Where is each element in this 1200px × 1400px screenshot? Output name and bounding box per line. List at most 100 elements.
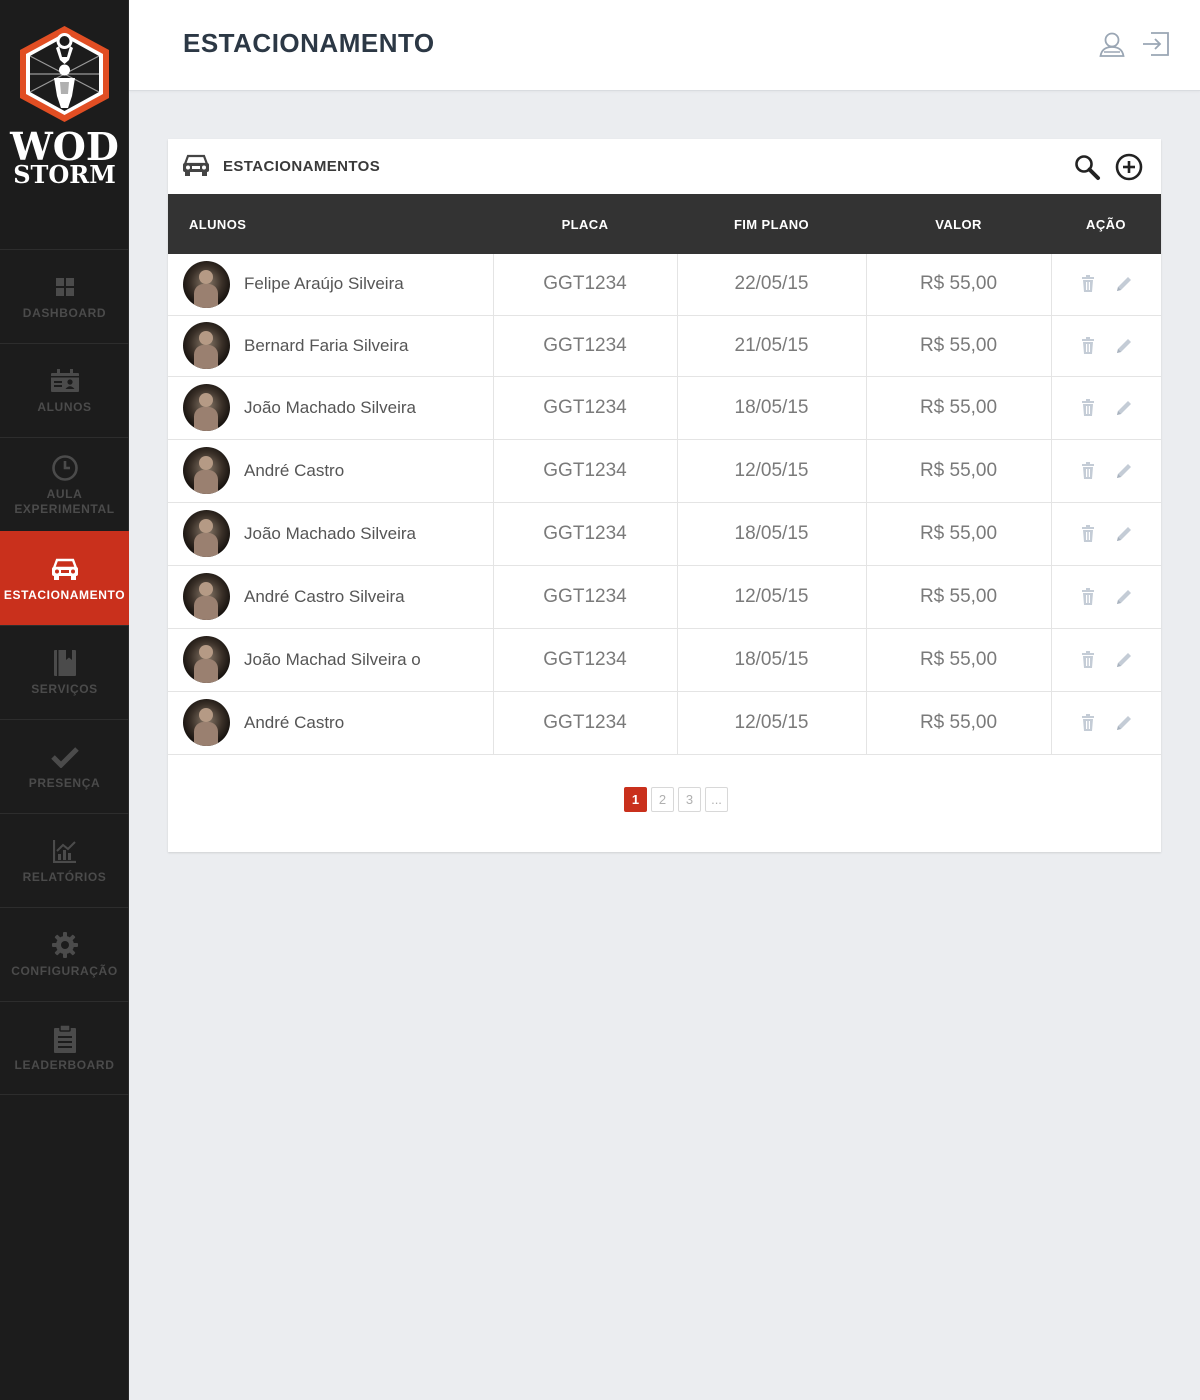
trash-icon[interactable] bbox=[1078, 461, 1098, 481]
sidebar-item-dashboard[interactable]: DASHBOARD bbox=[0, 249, 129, 343]
sidebar-item-label: AULA EXPERIMENTAL bbox=[14, 486, 115, 516]
cell-aluno: João Machad Silveira o bbox=[168, 628, 494, 692]
table-row[interactable]: André Castro Silveira GGT1234 12/05/15 R$ 5… bbox=[168, 565, 1162, 629]
page-button-3[interactable]: 3 bbox=[678, 787, 701, 812]
sidebar-item-leaderboard[interactable]: LEADERBOARD bbox=[0, 1001, 129, 1095]
cell-fim-plano: 18/05/15 bbox=[677, 628, 867, 692]
column-header-alunos[interactable]: ALUNOS bbox=[168, 194, 493, 254]
user-icon[interactable] bbox=[1098, 30, 1126, 58]
student-name: André Castro bbox=[244, 460, 345, 480]
trash-icon[interactable] bbox=[1078, 587, 1098, 607]
row-actions bbox=[1052, 650, 1162, 670]
trash-icon[interactable] bbox=[1078, 398, 1098, 418]
cell-acao bbox=[1051, 628, 1162, 692]
cell-acao bbox=[1051, 439, 1161, 503]
cell-fim-plano: 12/05/15 bbox=[677, 691, 867, 755]
student-name: João Machado Silveira bbox=[244, 397, 416, 417]
cell-valor: R$ 55,00 bbox=[866, 565, 1052, 629]
clipboard-icon bbox=[50, 1023, 80, 1054]
card-header: ESTACIONAMENTOS bbox=[168, 139, 1161, 194]
add-circle-icon[interactable] bbox=[1115, 153, 1143, 181]
logout-icon[interactable] bbox=[1142, 30, 1170, 58]
cell-aluno: João Machado Silveira bbox=[168, 502, 494, 566]
card-title: ESTACIONAMENTOS bbox=[223, 158, 381, 175]
sidebar: WOD STORM DASHBOARD ALUNOS AULA EXPERIME… bbox=[0, 0, 129, 1400]
cell-valor: R$ 55,00 bbox=[866, 376, 1052, 440]
avatar bbox=[183, 573, 230, 620]
student: André Castro bbox=[183, 699, 493, 746]
sidebar-nav: DASHBOARD ALUNOS AULA EXPERIMENTAL ESTAC… bbox=[0, 249, 129, 1095]
sidebar-item-servicos[interactable]: SERVIÇOS bbox=[0, 625, 129, 719]
column-header-fim-plano[interactable]: FIM PLANO bbox=[677, 194, 866, 254]
cell-placa: GGT1234 bbox=[493, 439, 678, 503]
table-row[interactable]: Felipe Araújo Silveira GGT1234 22/05/15 R$ … bbox=[168, 254, 1161, 316]
pencil-icon[interactable] bbox=[1114, 524, 1134, 544]
page-title: ESTACIONAMENTO bbox=[183, 28, 435, 58]
row-actions bbox=[1052, 713, 1162, 733]
pencil-icon[interactable] bbox=[1114, 398, 1134, 418]
table-row[interactable]: Bernard Faria Silveira GGT1234 21/05/15 R$ … bbox=[168, 315, 1161, 377]
pencil-icon[interactable] bbox=[1114, 650, 1134, 670]
cell-aluno: André Castro bbox=[168, 439, 494, 503]
student: Bernard Faria Silveira bbox=[183, 322, 493, 369]
table-row[interactable]: André Castro GGT1234 12/05/15 R$ 55,00 bbox=[168, 439, 1161, 503]
student: João Machado Silveira bbox=[183, 510, 493, 557]
row-actions bbox=[1052, 587, 1162, 607]
table-row[interactable]: João Machado Silveira GGT1234 18/05/15 R$ 5… bbox=[168, 502, 1161, 566]
table-row[interactable]: João Machado Silveira GGT1234 18/05/15 R$ 5… bbox=[168, 376, 1161, 440]
sidebar-item-configuracao[interactable]: CONFIGURAÇÃO bbox=[0, 907, 129, 1001]
chart-icon bbox=[50, 836, 80, 866]
parking-card: ESTACIONAMENTOS ALUNOS PLACA FIM PLANO V… bbox=[168, 139, 1161, 852]
car-icon bbox=[182, 153, 210, 182]
sidebar-item-estacionamento[interactable]: ESTACIONAMENTO bbox=[0, 531, 129, 625]
cell-aluno: Felipe Araújo Silveira bbox=[168, 254, 494, 316]
pencil-icon[interactable] bbox=[1114, 713, 1134, 733]
student: André Castro Silveira bbox=[183, 573, 493, 620]
trash-icon[interactable] bbox=[1078, 274, 1098, 294]
trash-icon[interactable] bbox=[1078, 650, 1098, 670]
column-header-placa[interactable]: PLACA bbox=[493, 194, 677, 254]
pencil-icon[interactable] bbox=[1114, 274, 1134, 294]
pencil-icon[interactable] bbox=[1114, 336, 1134, 356]
table-body: Felipe Araújo Silveira GGT1234 22/05/15 R$ … bbox=[168, 254, 1162, 755]
cell-acao bbox=[1051, 376, 1161, 440]
cell-acao bbox=[1051, 254, 1161, 316]
avatar bbox=[183, 636, 230, 683]
student: Felipe Araújo Silveira bbox=[183, 260, 493, 308]
brand-logo[interactable]: WOD STORM bbox=[0, 0, 129, 250]
sidebar-item-alunos[interactable]: ALUNOS bbox=[0, 343, 129, 437]
column-header-valor[interactable]: VALOR bbox=[866, 194, 1051, 254]
cell-acao bbox=[1051, 315, 1161, 377]
column-header-acao: AÇÃO bbox=[1086, 216, 1126, 232]
avatar bbox=[183, 447, 230, 494]
dashboard-icon bbox=[50, 272, 80, 302]
check-icon bbox=[50, 742, 80, 772]
clock-icon bbox=[50, 453, 80, 483]
page-button-2[interactable]: 2 bbox=[651, 787, 674, 812]
pencil-icon[interactable] bbox=[1114, 461, 1134, 481]
page-button-more[interactable]: ... bbox=[705, 787, 728, 812]
trash-icon[interactable] bbox=[1078, 524, 1098, 544]
student-name: André Castro Silveira bbox=[244, 586, 405, 606]
sidebar-item-presenca[interactable]: PRESENÇA bbox=[0, 719, 129, 813]
brand-line2: STORM bbox=[13, 160, 116, 189]
cell-aluno: André Castro bbox=[168, 691, 494, 755]
sidebar-item-aula-experimental[interactable]: AULA EXPERIMENTAL bbox=[0, 437, 129, 531]
header-actions bbox=[1098, 30, 1170, 58]
cell-valor: R$ 55,00 bbox=[866, 502, 1052, 566]
table-row[interactable]: João Machad Silveira o GGT1234 18/05/15 R$ … bbox=[168, 628, 1162, 692]
cell-placa: GGT1234 bbox=[493, 565, 678, 629]
search-icon[interactable] bbox=[1073, 153, 1101, 181]
table-row[interactable]: André Castro GGT1234 12/05/15 R$ 55,00 bbox=[168, 691, 1162, 755]
sidebar-item-relatorios[interactable]: RELATÓRIOS bbox=[0, 813, 129, 907]
student-name: João Machado Silveira bbox=[244, 523, 416, 543]
cell-valor: R$ 55,00 bbox=[866, 315, 1052, 377]
sidebar-item-label: ESTACIONAMENTO bbox=[3, 588, 126, 602]
trash-icon[interactable] bbox=[1078, 713, 1098, 733]
page-button-1[interactable]: 1 bbox=[624, 787, 647, 812]
cell-fim-plano: 12/05/15 bbox=[677, 565, 867, 629]
trash-icon[interactable] bbox=[1078, 336, 1098, 356]
pencil-icon[interactable] bbox=[1114, 587, 1134, 607]
sidebar-item-label: SERVIÇOS bbox=[31, 682, 98, 696]
cell-placa: GGT1234 bbox=[493, 254, 678, 316]
